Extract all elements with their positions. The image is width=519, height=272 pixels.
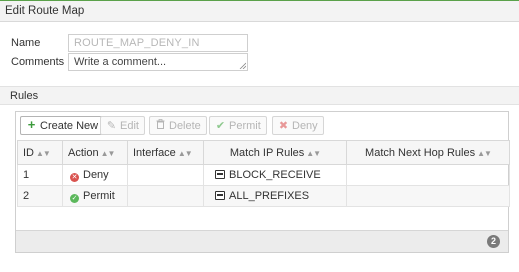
comments-placeholder: Write a comment... bbox=[74, 56, 167, 68]
row-action: ✕ Deny bbox=[62, 164, 128, 186]
row-match-next-hop bbox=[346, 185, 510, 207]
row-action: ✓ Permit bbox=[62, 185, 128, 207]
rules-toolbar: + Create New ✎ Edit Delete ✔ Permit ✖ Deny bbox=[16, 112, 508, 138]
comments-field[interactable]: Write a comment... bbox=[68, 53, 248, 71]
name-field[interactable]: ROUTE_MAP_DENY_IN bbox=[68, 34, 248, 52]
sort-icon: ▲▼ bbox=[306, 148, 321, 158]
deny-icon: ✕ bbox=[70, 172, 79, 182]
edit-button[interactable]: ✎ Edit bbox=[100, 116, 145, 135]
row-interface bbox=[127, 164, 204, 186]
check-circle-icon: ✔ bbox=[215, 120, 226, 132]
name-label: Name bbox=[11, 37, 41, 49]
row-id: 1 bbox=[17, 164, 63, 186]
rules-panel: + Create New ✎ Edit Delete ✔ Permit ✖ Deny I… bbox=[15, 111, 510, 253]
table-footer: 2 bbox=[16, 230, 508, 252]
rules-section-header: Rules bbox=[0, 86, 519, 105]
sort-icon: ▲▼ bbox=[477, 148, 492, 158]
permit-button[interactable]: ✔ Permit bbox=[209, 116, 267, 135]
row-count-badge: 2 bbox=[487, 235, 500, 248]
sort-icon: ▲▼ bbox=[100, 148, 116, 158]
table-header-row: ID ▲▼ Action ▲▼ Interface ▲▼ Match IP Rules… bbox=[17, 140, 510, 165]
permit-label: Permit bbox=[229, 120, 261, 132]
resize-grip-icon[interactable] bbox=[239, 62, 246, 69]
column-header-match-ip-rules[interactable]: Match IP Rules ▲▼ bbox=[203, 140, 347, 165]
column-header-interface[interactable]: Interface ▲▼ bbox=[127, 140, 204, 165]
x-circle-icon: ✖ bbox=[278, 120, 289, 132]
address-object-icon bbox=[215, 191, 225, 200]
pencil-icon: ✎ bbox=[106, 120, 117, 132]
column-header-action[interactable]: Action ▲▼ bbox=[62, 140, 128, 165]
permit-icon: ✓ bbox=[70, 193, 79, 203]
rules-section-title: Rules bbox=[10, 90, 39, 102]
table-row[interactable]: 1 ✕ Deny BLOCK_RECEIVE bbox=[17, 164, 510, 186]
column-header-match-next-hop-rules[interactable]: Match Next Hop Rules ▲▼ bbox=[346, 140, 510, 165]
delete-button[interactable]: Delete bbox=[149, 116, 207, 135]
column-header-id[interactable]: ID ▲▼ bbox=[17, 140, 63, 165]
rules-table: ID ▲▼ Action ▲▼ Interface ▲▼ Match IP Rules… bbox=[17, 140, 510, 207]
row-id: 2 bbox=[17, 185, 63, 207]
table-row[interactable]: 2 ✓ Permit ALL_PREFIXES bbox=[17, 185, 510, 207]
delete-label: Delete bbox=[169, 120, 201, 132]
sort-icon: ▲▼ bbox=[177, 148, 193, 158]
plus-icon: + bbox=[27, 117, 36, 132]
edit-label: Edit bbox=[120, 120, 139, 132]
dialog-title-bar: Edit Route Map bbox=[0, 0, 519, 22]
deny-label: Deny bbox=[292, 120, 318, 132]
row-match-ip: BLOCK_RECEIVE bbox=[203, 164, 347, 186]
dialog-title: Edit Route Map bbox=[5, 5, 85, 17]
row-match-ip: ALL_PREFIXES bbox=[203, 185, 347, 207]
address-object-icon bbox=[215, 170, 225, 179]
comments-label: Comments bbox=[11, 56, 65, 68]
deny-button[interactable]: ✖ Deny bbox=[272, 116, 324, 135]
create-new-button[interactable]: + Create New bbox=[20, 116, 105, 135]
row-interface bbox=[127, 185, 204, 207]
row-match-next-hop bbox=[346, 164, 510, 186]
trash-icon bbox=[155, 119, 166, 132]
create-new-label: Create New bbox=[40, 120, 99, 132]
sort-icon: ▲▼ bbox=[36, 148, 51, 158]
